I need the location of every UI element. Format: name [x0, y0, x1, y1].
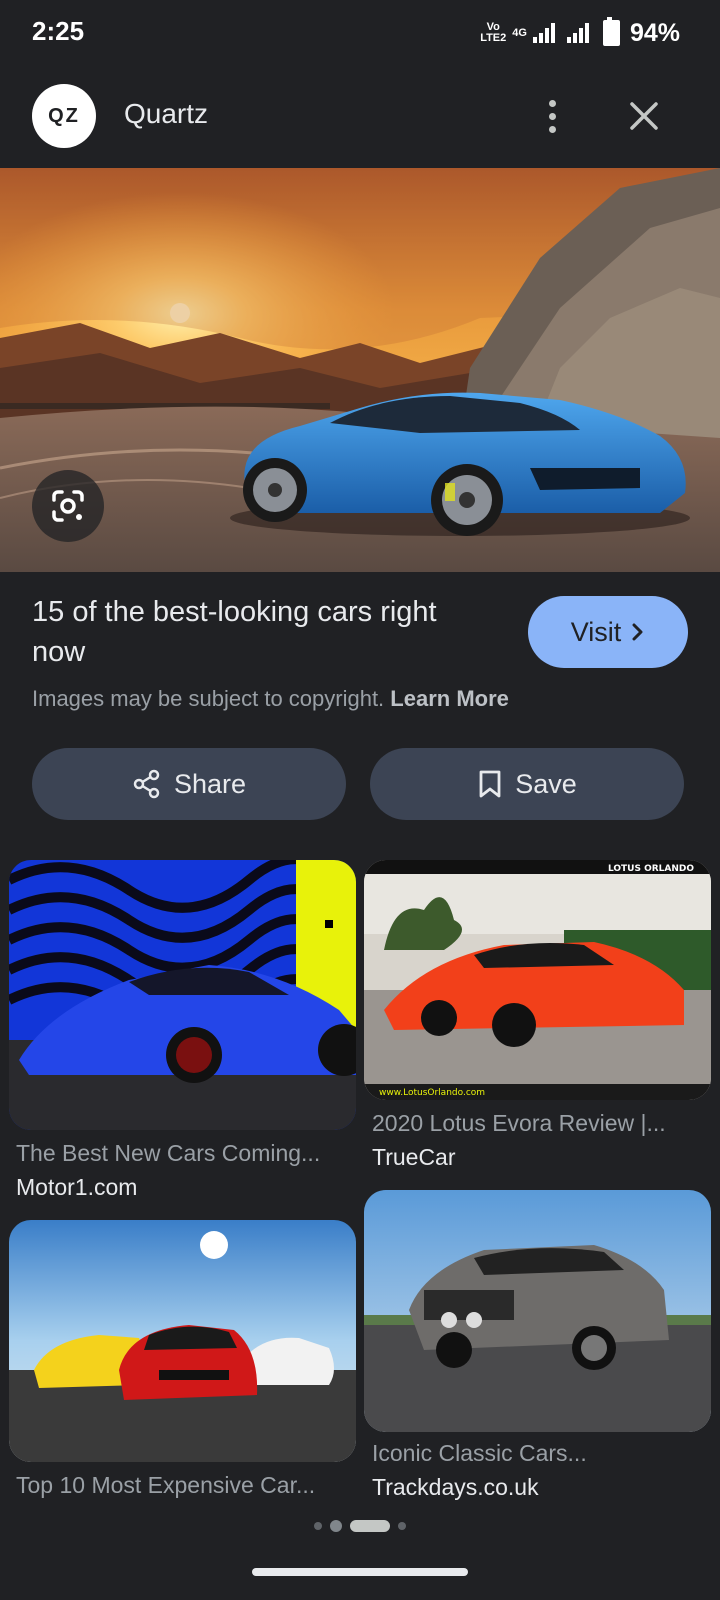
- visit-button[interactable]: Visit: [528, 596, 688, 668]
- svg-text:www.LotusOrlando.com: www.LotusOrlando.com: [379, 1088, 485, 1098]
- image-viewer-page: 2:25 Vo LTE2 4G 94% QZ Quartz 15 of the …: [0, 0, 720, 1600]
- volte-icon: Vo LTE2: [480, 21, 507, 44]
- related-title-2[interactable]: 2020 Lotus Evora Review |...: [372, 1110, 666, 1137]
- learn-more-link[interactable]: Learn More: [390, 686, 509, 711]
- battery-percent: 94%: [629, 18, 680, 47]
- signal-icon-2: [566, 23, 589, 43]
- save-button[interactable]: Save: [370, 748, 684, 820]
- related-source-4[interactable]: Trackdays.co.uk: [372, 1474, 539, 1501]
- related-image-1[interactable]: [9, 860, 356, 1130]
- related-image-4[interactable]: [364, 1190, 711, 1432]
- svg-text:LOTUS ORLANDO: LOTUS ORLANDO: [608, 864, 694, 874]
- google-lens-icon[interactable]: [32, 470, 104, 542]
- related-title-1[interactable]: The Best New Cars Coming...: [16, 1140, 320, 1167]
- pagination-dots: [0, 1516, 720, 1536]
- status-bar: 2:25 Vo LTE2 4G 94%: [0, 0, 720, 66]
- chevron-right-icon: [632, 623, 643, 641]
- bookmark-icon: [479, 770, 501, 798]
- related-title-3[interactable]: Top 10 Most Expensive Car...: [16, 1472, 315, 1499]
- network-type: 4G: [512, 27, 527, 39]
- signal-icon: [532, 23, 555, 43]
- close-icon[interactable]: [620, 92, 668, 140]
- site-name[interactable]: Quartz: [124, 98, 208, 130]
- more-vert-icon[interactable]: [530, 90, 574, 142]
- page-dot: [398, 1522, 406, 1530]
- related-source-2[interactable]: TrueCar: [372, 1144, 456, 1171]
- share-icon: [133, 769, 160, 799]
- hero-image[interactable]: [0, 168, 720, 572]
- status-icons: Vo LTE2 4G 94%: [480, 16, 680, 50]
- related-title-4[interactable]: Iconic Classic Cars...: [372, 1440, 587, 1467]
- related-source-1[interactable]: Motor1.com: [16, 1174, 137, 1201]
- copyright-notice: Images may be subject to copyright. Lear…: [32, 686, 509, 711]
- page-dot: [314, 1522, 322, 1530]
- related-image-2[interactable]: LOTUS ORLANDO www.LotusOrlando.com: [364, 860, 711, 1100]
- article-title[interactable]: 15 of the best-looking cars right now: [32, 592, 492, 672]
- viewer-header: QZ Quartz: [0, 66, 720, 166]
- page-dot: [330, 1520, 342, 1532]
- share-button[interactable]: Share: [32, 748, 346, 820]
- page-dot-active: [350, 1520, 390, 1532]
- home-indicator[interactable]: [252, 1568, 468, 1576]
- site-avatar[interactable]: QZ: [32, 84, 96, 148]
- status-time: 2:25: [32, 16, 85, 46]
- battery-icon: [602, 17, 620, 46]
- related-image-3[interactable]: [9, 1220, 356, 1462]
